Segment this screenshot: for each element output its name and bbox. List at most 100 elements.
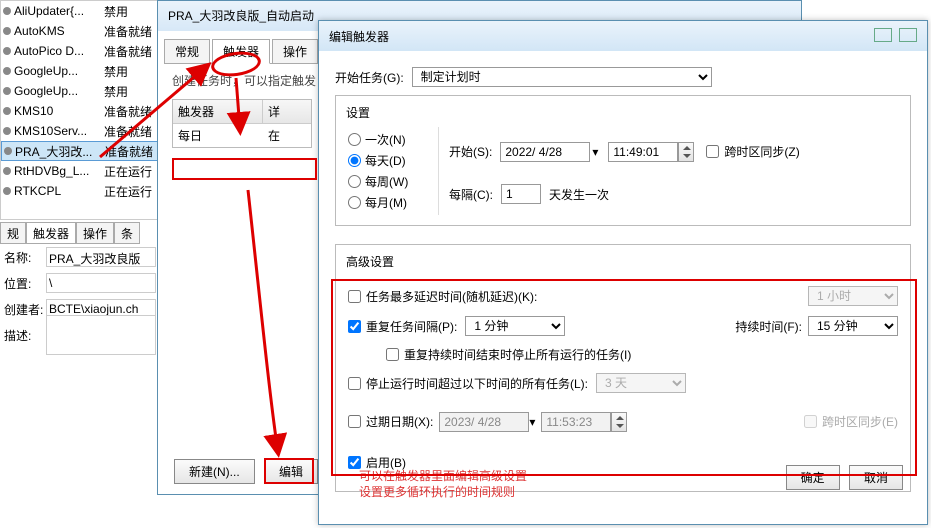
expire-date-input [439,412,529,432]
stop-after-label: 停止运行时间超过以下时间的所有任务(L): [366,375,588,392]
tab-actions[interactable]: 操作 [76,222,114,244]
every-unit: 天发生一次 [549,186,609,203]
trigger-row-name[interactable]: 每日 [178,127,268,144]
task-name: GoogleUp... [14,64,104,78]
task-status: 准备就绪 [105,143,158,160]
stop-after-checkbox[interactable] [348,377,361,390]
start-time-input[interactable] [608,142,678,162]
location-value: \ [46,273,156,293]
status-dot-icon [3,167,11,175]
annotation-note: 可以在触发器里面编辑高级设置 设置更多循环执行的时间规则 [359,468,527,500]
stop-repeat-checkbox[interactable] [386,348,399,361]
tab-general[interactable]: 常规 [164,39,210,64]
task-row[interactable]: KMS10Serv...准备就绪 [1,121,159,141]
edit-trigger-button[interactable]: 编辑 [264,459,318,484]
trigger-row-detail: 在 [268,127,280,144]
task-row[interactable]: AutoPico D...准备就绪 [1,41,159,61]
status-dot-icon [3,87,11,95]
close-icon[interactable] [899,28,917,42]
repeat-select[interactable]: 1 分钟 [465,316,565,336]
cancel-button[interactable]: 取消 [849,465,903,490]
begin-task-label: 开始任务(G): [335,69,404,86]
task-status: 准备就绪 [104,103,159,120]
trigger-col-trigger: 触发器 [173,100,263,123]
property-tabs: 规 触发器 操作 条 [0,222,160,244]
name-label: 名称: [4,249,46,266]
new-trigger-button[interactable]: 新建(N)... [174,459,255,484]
radio-weekly[interactable]: 每周(W) [348,173,438,190]
advanced-legend: 高级设置 [342,253,398,270]
task-status: 禁用 [104,63,159,80]
repeat-label: 重复任务间隔(P): [366,318,457,335]
desc-value[interactable] [46,315,156,355]
task-name: RtHDVBg_L... [14,164,104,178]
settings-fieldset: 设置 一次(N) 每天(D) 每周(W) 每月(M) 开始(S): ▾ 跨时区同… [335,95,911,226]
task-row[interactable]: RtHDVBg_L...正在运行 [1,161,159,181]
task-row[interactable]: AliUpdater{...禁用 [1,1,159,21]
task-row[interactable]: AutoKMS准备就绪 [1,21,159,41]
author-label: 创建者: [4,301,46,318]
every-input[interactable] [501,184,541,204]
desc-label: 描述: [4,327,46,344]
help-icon[interactable] [874,28,892,42]
expire-label: 过期日期(X): [366,413,433,430]
expire-tz-checkbox: 跨时区同步(E) [804,413,898,430]
task-status: 准备就绪 [104,123,159,140]
tab-triggers-mid[interactable]: 触发器 [212,39,270,64]
ok-button[interactable]: 确定 [786,465,840,490]
advanced-fieldset: 高级设置 任务最多延迟时间(随机延迟)(K): 1 小时 重复任务间隔(P): … [335,244,911,492]
task-row[interactable]: GoogleUp...禁用 [1,81,159,101]
duration-label: 持续时间(F): [735,318,802,335]
duration-select[interactable]: 15 分钟 [808,316,898,336]
radio-monthly[interactable]: 每月(M) [348,194,438,211]
every-label: 每隔(C): [449,186,493,203]
delay-label: 任务最多延迟时间(随机延迟)(K): [366,288,537,305]
repeat-checkbox[interactable] [348,320,361,333]
status-dot-icon [3,27,11,35]
task-status: 正在运行 [104,183,159,200]
tab-conditions-abbrev[interactable]: 条 [114,222,140,244]
status-dot-icon [3,187,11,195]
status-dot-icon [3,7,11,15]
radio-once[interactable]: 一次(N) [348,131,438,148]
radio-daily[interactable]: 每天(D) [348,152,438,169]
task-row[interactable]: PRA_大羽改...准备就绪 [1,141,159,161]
start-date-input[interactable] [500,142,590,162]
task-row[interactable]: GoogleUp...禁用 [1,61,159,81]
location-label: 位置: [4,275,46,292]
tz-sync-checkbox[interactable]: 跨时区同步(Z) [706,143,799,160]
task-name: KMS10Serv... [14,124,104,138]
status-dot-icon [3,47,11,55]
tab-general-abbrev[interactable]: 规 [0,222,26,244]
delay-select: 1 小时 [808,286,898,306]
stop-after-select: 3 天 [596,373,686,393]
task-name: AutoPico D... [14,44,104,58]
edit-trigger-dialog: 编辑触发器 开始任务(G): 制定计划时 设置 一次(N) 每天(D) 每周(W… [318,20,928,525]
time-spinner[interactable] [678,142,694,162]
tab-triggers[interactable]: 触发器 [26,222,76,244]
start-label: 开始(S): [449,143,492,160]
task-name: AliUpdater{... [14,4,104,18]
status-dot-icon [3,107,11,115]
delay-checkbox[interactable] [348,290,361,303]
task-status: 禁用 [104,83,159,100]
tab-actions-mid[interactable]: 操作 [272,39,318,64]
begin-task-select[interactable]: 制定计划时 [412,67,712,87]
settings-legend: 设置 [342,104,374,121]
task-status: 准备就绪 [104,43,159,60]
trigger-col-detail: 详 [263,100,285,123]
expire-spinner [611,412,627,432]
task-row[interactable]: KMS10准备就绪 [1,101,159,121]
task-name: GoogleUp... [14,84,104,98]
name-value: PRA_大羽改良版 [46,247,156,267]
stop-repeat-label: 重复持续时间结束时停止所有运行的任务(I) [404,346,631,363]
status-dot-icon [3,67,11,75]
task-name: RTKCPL [14,184,104,198]
trigger-list[interactable]: 触发器 详 每日 在 [172,99,312,148]
task-name: PRA_大羽改... [15,143,105,160]
expire-checkbox[interactable] [348,415,361,428]
edit-trigger-title: 编辑触发器 [329,28,389,45]
expire-time-input [541,412,611,432]
task-name: AutoKMS [14,24,104,38]
task-row[interactable]: RTKCPL正在运行 [1,181,159,201]
